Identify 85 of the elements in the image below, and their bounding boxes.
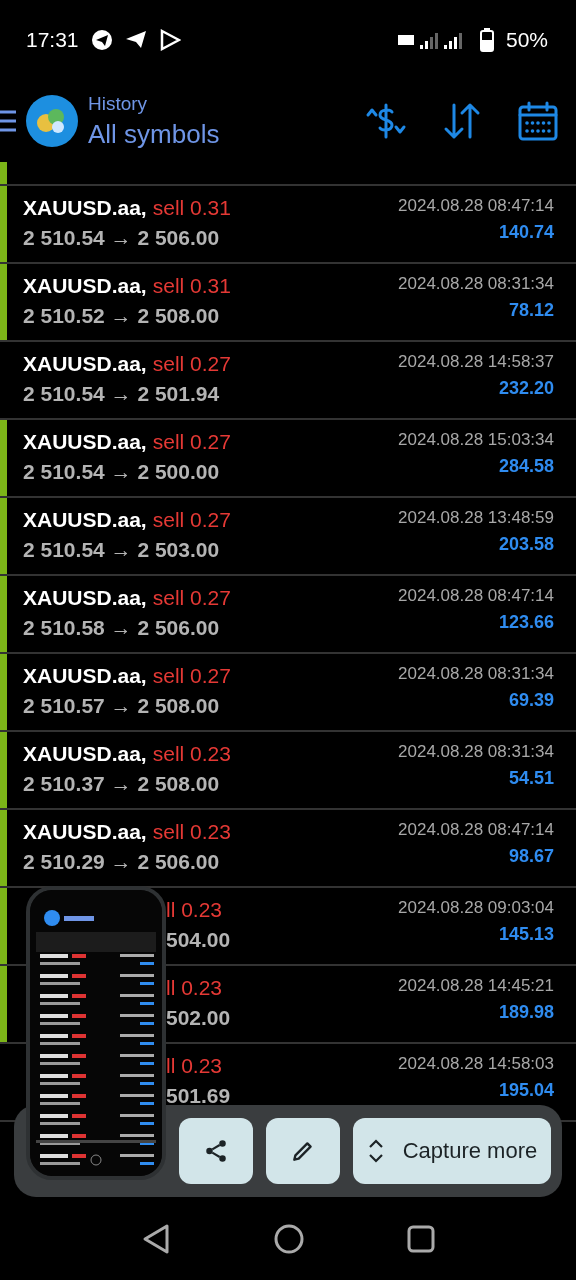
trade-time: 2024.08.28 08:47:14 (398, 820, 554, 840)
trade-volume: sell 0.27 (152, 508, 231, 532)
trade-row[interactable]: XAUUSD.aa, sell 0.31 2 510.54 → 2 506.00 2024.08.28 08:47:14 140.74 (0, 186, 576, 264)
symbol-name: XAUUSD.aa, (23, 352, 147, 376)
price-range: 2 510.29 → 2 506.00 (23, 850, 220, 874)
trade-row[interactable]: XAUUSD.aa, sell 0.27 2 510.58 → 2 506.00 2024.08.28 08:47:14 123.66 (0, 576, 576, 654)
capture-more-button[interactable]: Capture more (353, 1118, 551, 1184)
trade-row[interactable]: XAUUSD.aa, sell 0.23 2 510.37 → 2 508.00 2024.08.28 08:31:34 54.51 (0, 732, 576, 810)
trade-time: 2024.08.28 15:03:34 (398, 430, 554, 450)
trade-profit: 145.13 (498, 924, 554, 945)
battery-percent: 50% (505, 28, 548, 52)
home-icon[interactable] (274, 1224, 304, 1254)
share-button[interactable] (179, 1118, 253, 1184)
play-triangle-icon (158, 29, 181, 51)
trade-time: 2024.08.28 08:31:34 (398, 742, 554, 762)
trade-profit: 232.20 (498, 378, 554, 399)
trade-profit: 284.58 (498, 456, 554, 477)
symbol-name: XAUUSD.aa, (23, 274, 147, 298)
circle-plane-icon (90, 29, 113, 51)
row-marker (0, 162, 7, 184)
trade-profit: 189.98 (498, 1002, 554, 1023)
trade-profit: 123.66 (498, 612, 554, 633)
expand-icon (366, 1138, 385, 1164)
symbol-filter[interactable]: All symbols (88, 118, 332, 150)
trade-volume: ll 0.23 (166, 1054, 223, 1078)
trade-time: 2024.08.28 14:45:21 (398, 976, 554, 996)
price-range: 501.69 (166, 1084, 231, 1108)
trade-time: 2024.08.28 08:47:14 (398, 196, 554, 216)
symbol-name: XAUUSD.aa, (23, 196, 147, 220)
price-range: 2 510.54 → 2 503.00 (23, 538, 220, 562)
trade-profit: 195.04 (498, 1080, 554, 1101)
menu-icon[interactable] (0, 109, 16, 133)
symbol-name: XAUUSD.aa, (23, 742, 147, 766)
price-range: 502.00 (166, 1006, 231, 1030)
symbol-name: XAUUSD.aa, (23, 586, 147, 610)
trade-time: 2024.08.28 13:48:59 (398, 508, 554, 528)
trade-time: 2024.08.28 09:03:04 (398, 898, 554, 918)
calendar-icon[interactable] (516, 99, 560, 143)
price-range: 504.00 (166, 928, 231, 952)
app-logo-icon (26, 95, 78, 147)
trade-volume: sell 0.27 (152, 352, 231, 376)
trade-profit: 203.58 (498, 534, 554, 555)
trade-profit: 140.74 (498, 222, 554, 243)
trade-time: 2024.08.28 08:31:34 (398, 664, 554, 684)
trade-volume: sell 0.27 (152, 430, 231, 454)
trade-profit: 69.39 (508, 690, 554, 711)
price-range: 2 510.58 → 2 506.00 (23, 616, 220, 640)
price-range: 2 510.37 → 2 508.00 (23, 772, 220, 796)
trade-volume: sell 0.23 (152, 820, 231, 844)
price-range: 2 510.57 → 2 508.00 (23, 694, 220, 718)
symbol-name: XAUUSD.aa, (23, 820, 147, 844)
trade-time: 2024.08.28 14:58:03 (398, 1054, 554, 1074)
symbol-name: XAUUSD.aa, (23, 664, 147, 688)
price-range: 2 510.54 → 2 500.00 (23, 460, 220, 484)
edit-button[interactable] (266, 1118, 340, 1184)
price-range: 2 510.54 → 2 506.00 (23, 226, 220, 250)
battery-icon (479, 28, 494, 52)
symbol-name: XAUUSD.aa, (23, 508, 147, 532)
price-range: 2 510.54 → 2 501.94 (23, 382, 220, 406)
trade-volume: ll 0.23 (166, 976, 223, 1000)
trade-row[interactable]: XAUUSD.aa, sell 0.31 2 510.52 → 2 508.00 2024.08.28 08:31:34 78.12 (0, 264, 576, 342)
trade-volume: sell 0.31 (152, 274, 231, 298)
share-icon (203, 1138, 229, 1164)
trade-time: 2024.08.28 08:47:14 (398, 586, 554, 606)
trade-row[interactable]: XAUUSD.aa, sell 0.27 2 510.54 → 2 503.00 2024.08.28 13:48:59 203.58 (0, 498, 576, 576)
trade-time: 2024.08.28 14:58:37 (398, 352, 554, 372)
trade-volume: ll 0.23 (166, 898, 223, 922)
paper-plane-icon (124, 30, 147, 50)
symbol-name: XAUUSD.aa, (23, 430, 147, 454)
trade-row[interactable]: XAUUSD.aa, sell 0.27 2 510.57 → 2 508.00 2024.08.28 08:31:34 69.39 (0, 654, 576, 732)
back-icon[interactable] (141, 1223, 172, 1255)
screen-title: History (88, 92, 149, 115)
trade-profit: 54.51 (508, 768, 554, 789)
trade-row[interactable]: XAUUSD.aa, sell 0.27 2 510.54 → 2 500.00 2024.08.28 15:03:34 284.58 (0, 420, 576, 498)
trade-volume: sell 0.31 (152, 196, 231, 220)
trade-volume: sell 0.23 (152, 742, 231, 766)
clock: 17:31 (26, 28, 79, 52)
trade-row[interactable]: XAUUSD.aa, sell 0.27 2 510.54 → 2 501.94 2024.08.28 14:58:37 232.20 (0, 342, 576, 420)
trade-volume: sell 0.27 (152, 586, 231, 610)
trade-time: 2024.08.28 08:31:34 (398, 274, 554, 294)
trade-volume: sell 0.27 (152, 664, 231, 688)
trade-profit: 98.67 (508, 846, 554, 867)
trade-profit: 78.12 (508, 300, 554, 321)
recents-icon[interactable] (406, 1225, 435, 1253)
price-range: 2 510.52 → 2 508.00 (23, 304, 220, 328)
